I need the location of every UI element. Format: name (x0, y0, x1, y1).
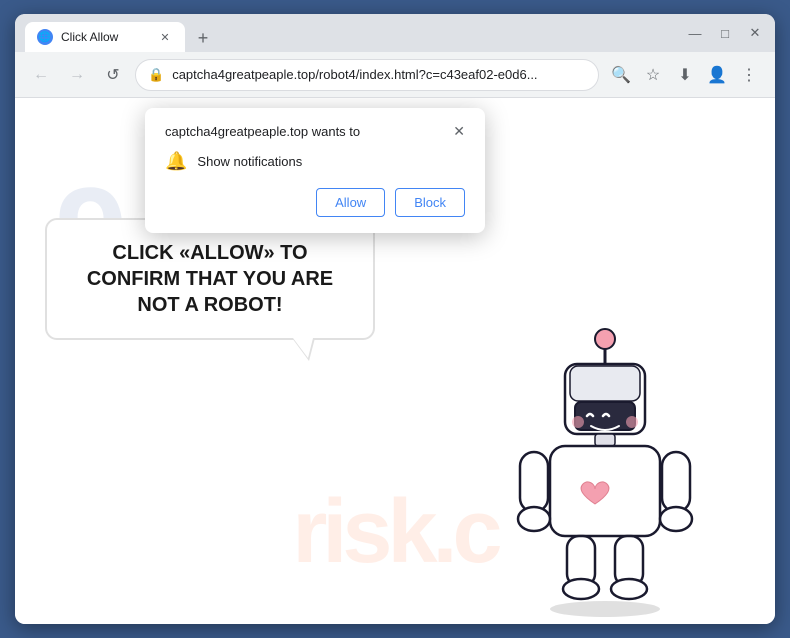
bell-icon: 🔔 (165, 151, 187, 172)
search-icon[interactable]: 🔍 (607, 61, 635, 89)
dialog-title: captcha4greatpeaple.top wants to (165, 124, 360, 139)
dialog-header: captcha4greatpeaple.top wants to ✕ (165, 124, 465, 139)
menu-icon[interactable]: ⋮ (735, 61, 763, 89)
tab-favicon: 🌐 (37, 29, 53, 45)
toolbar: ← → ↺ 🔒 captcha4greatpeaple.top/robot4/i… (15, 52, 775, 98)
url-text: captcha4greatpeaple.top/robot4/index.htm… (172, 67, 586, 82)
url-path: /robot4/index.html?c=c43eaf02-e0d6... (315, 67, 537, 82)
speech-bubble: CLICK «ALLOW» TO CONFIRM THAT YOU ARE NO… (45, 218, 375, 340)
dialog-buttons: Allow Block (165, 188, 465, 217)
account-icon[interactable]: 👤 (703, 61, 731, 89)
window-controls: — □ ✕ (685, 25, 765, 41)
dialog-permission-row: 🔔 Show notifications (165, 151, 465, 172)
address-bar[interactable]: 🔒 captcha4greatpeaple.top/robot4/index.h… (135, 59, 599, 91)
reload-button[interactable]: ↺ (99, 61, 127, 89)
lock-icon: 🔒 (148, 67, 164, 83)
bubble-text: CLICK «ALLOW» TO CONFIRM THAT YOU ARE NO… (77, 240, 343, 318)
tab-close-button[interactable]: ✕ (157, 29, 173, 45)
dialog-close-button[interactable]: ✕ (453, 124, 465, 138)
tab-area: 🌐 Click Allow ✕ + (25, 14, 677, 52)
forward-button[interactable]: → (63, 61, 91, 89)
toolbar-actions: 🔍 ☆ ⬇ 👤 ⋮ (607, 61, 763, 89)
block-button[interactable]: Block (395, 188, 465, 217)
robot-illustration (495, 314, 715, 624)
page-content: 9 risk.c captcha4greatpeaple.top wants t… (15, 98, 775, 624)
back-button[interactable]: ← (27, 61, 55, 89)
browser-window: 🌐 Click Allow ✕ + — □ ✕ ← → ↺ 🔒 captcha4… (15, 14, 775, 624)
dialog-permission-text: Show notifications (197, 154, 302, 169)
bookmark-icon[interactable]: ☆ (639, 61, 667, 89)
download-icon[interactable]: ⬇ (671, 61, 699, 89)
close-window-button[interactable]: ✕ (745, 25, 765, 41)
browser-tab[interactable]: 🌐 Click Allow ✕ (25, 22, 185, 52)
new-tab-button[interactable]: + (189, 24, 217, 52)
minimize-button[interactable]: — (685, 26, 705, 41)
title-bar: 🌐 Click Allow ✕ + — □ ✕ (15, 14, 775, 52)
maximize-button[interactable]: □ (715, 26, 735, 41)
notification-dialog: captcha4greatpeaple.top wants to ✕ 🔔 Sho… (145, 108, 485, 233)
url-domain: captcha4greatpeaple.top (172, 67, 315, 82)
allow-button[interactable]: Allow (316, 188, 385, 217)
tab-title: Click Allow (61, 30, 149, 44)
